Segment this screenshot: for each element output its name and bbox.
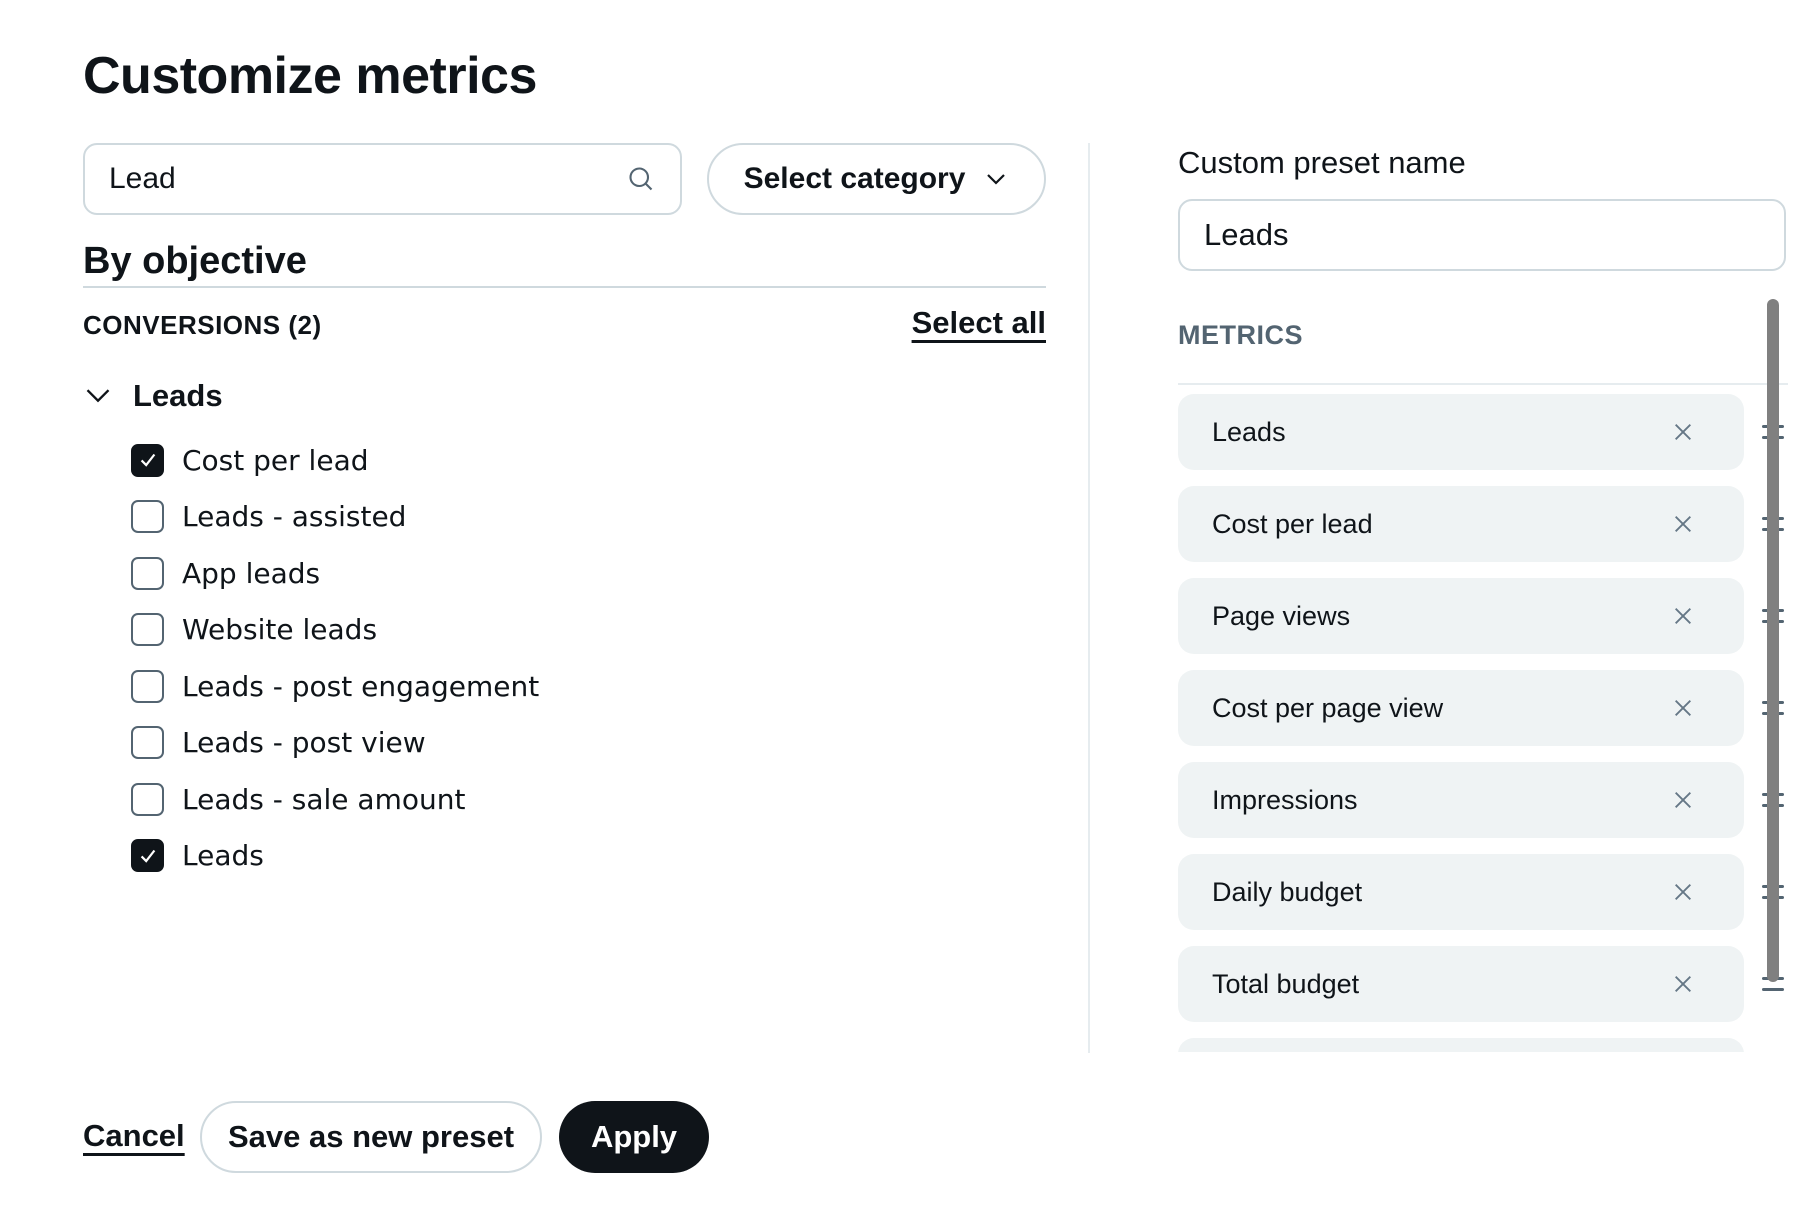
checklist-item-label: Leads - post view bbox=[182, 726, 426, 760]
metric-chip-label: Daily budget bbox=[1212, 876, 1363, 907]
checklist-item-label: Leads - assisted bbox=[182, 500, 407, 534]
checklist-item[interactable]: Leads - sale amount bbox=[131, 771, 539, 828]
metric-chip[interactable]: Leads bbox=[1178, 394, 1744, 470]
search-input[interactable] bbox=[109, 162, 626, 196]
checkbox[interactable] bbox=[131, 726, 164, 760]
checklist-item[interactable]: App leads bbox=[131, 545, 539, 602]
section-heading: By objective bbox=[83, 240, 307, 282]
checklist-item-label: Leads - sale amount bbox=[182, 782, 466, 816]
page-title: Customize metrics bbox=[83, 47, 537, 105]
search-icon[interactable] bbox=[626, 164, 656, 194]
select-category-label: Select category bbox=[743, 162, 966, 195]
checkbox[interactable] bbox=[131, 782, 164, 816]
chevron-down-icon bbox=[983, 166, 1009, 192]
checklist-item-label: Website leads bbox=[182, 613, 378, 647]
selected-metrics-list: Leads Cost per lead Page views Cost per pag… bbox=[1178, 394, 1788, 1052]
checkbox[interactable] bbox=[131, 669, 164, 703]
preset-name-label: Custom preset name bbox=[1178, 145, 1466, 180]
checkbox[interactable] bbox=[131, 500, 164, 534]
apply-button[interactable]: Apply bbox=[559, 1101, 709, 1173]
metric-chip[interactable]: Cost per lead bbox=[1178, 486, 1744, 562]
metric-chip[interactable]: Total budget bbox=[1178, 946, 1744, 1022]
checkbox[interactable] bbox=[131, 613, 164, 647]
metric-chip-label: Leads bbox=[1212, 416, 1286, 447]
checklist-item[interactable]: Leads - post view bbox=[131, 715, 539, 772]
metric-chip[interactable]: Cost per page view bbox=[1178, 670, 1744, 746]
metric-chip-label: Impressions bbox=[1212, 784, 1358, 815]
close-icon[interactable] bbox=[1668, 877, 1698, 907]
metric-chip-label: Total budget bbox=[1212, 968, 1360, 999]
checkbox-checked[interactable] bbox=[131, 839, 164, 873]
checkmark-icon bbox=[140, 454, 155, 467]
metric-chip-label: Page views bbox=[1212, 600, 1351, 631]
panel-divider bbox=[1088, 143, 1090, 1053]
close-icon[interactable] bbox=[1668, 693, 1698, 723]
section-divider bbox=[83, 286, 1046, 288]
preset-name-input[interactable] bbox=[1204, 217, 1760, 253]
select-category-dropdown[interactable]: Select category bbox=[707, 143, 1046, 215]
search-field[interactable] bbox=[83, 143, 682, 215]
checkbox-checked[interactable] bbox=[131, 443, 164, 477]
close-icon[interactable] bbox=[1668, 969, 1698, 999]
checklist-item-label: Leads bbox=[182, 839, 264, 873]
checkbox[interactable] bbox=[131, 556, 164, 590]
tree-group-leads[interactable]: Leads bbox=[83, 378, 223, 414]
checklist-item[interactable]: Leads - assisted bbox=[131, 489, 539, 546]
close-icon[interactable] bbox=[1668, 417, 1698, 447]
metric-chip[interactable]: Daily budget bbox=[1178, 854, 1744, 930]
group-label: CONVERSIONS (2) bbox=[83, 310, 322, 340]
tree-group-label: Leads bbox=[133, 378, 223, 413]
scrollbar[interactable] bbox=[1767, 299, 1779, 982]
select-all-link[interactable]: Select all bbox=[912, 305, 1046, 341]
metrics-divider bbox=[1178, 383, 1788, 385]
chevron-down-icon[interactable] bbox=[83, 381, 113, 411]
metric-chip[interactable]: Impressions bbox=[1178, 762, 1744, 838]
checklist-item[interactable]: Leads - post engagement bbox=[131, 658, 539, 715]
metric-chip[interactable] bbox=[1178, 1038, 1744, 1052]
metric-chip-label: Cost per page view bbox=[1212, 692, 1444, 723]
checklist-item[interactable]: Website leads bbox=[131, 602, 539, 659]
close-icon[interactable] bbox=[1668, 509, 1698, 539]
save-as-new-preset-button[interactable]: Save as new preset bbox=[200, 1101, 542, 1173]
checklist-item[interactable]: Cost per lead bbox=[131, 432, 539, 489]
checklist-item-label: App leads bbox=[182, 556, 321, 590]
checklist-item-label: Leads - post engagement bbox=[182, 669, 540, 703]
metrics-heading: METRICS bbox=[1178, 320, 1303, 350]
checkmark-icon bbox=[140, 849, 155, 863]
metric-chip[interactable]: Page views bbox=[1178, 578, 1744, 654]
cancel-button[interactable]: Cancel bbox=[83, 1118, 185, 1154]
checklist-item[interactable]: Leads bbox=[131, 828, 539, 885]
metric-chip-label: Cost per lead bbox=[1212, 508, 1373, 539]
preset-name-field[interactable] bbox=[1178, 199, 1786, 271]
checklist-item-label: Cost per lead bbox=[182, 443, 369, 477]
close-icon[interactable] bbox=[1668, 785, 1698, 815]
close-icon[interactable] bbox=[1668, 601, 1698, 631]
metric-checklist: Cost per lead Leads - assisted App leads We… bbox=[131, 432, 539, 884]
